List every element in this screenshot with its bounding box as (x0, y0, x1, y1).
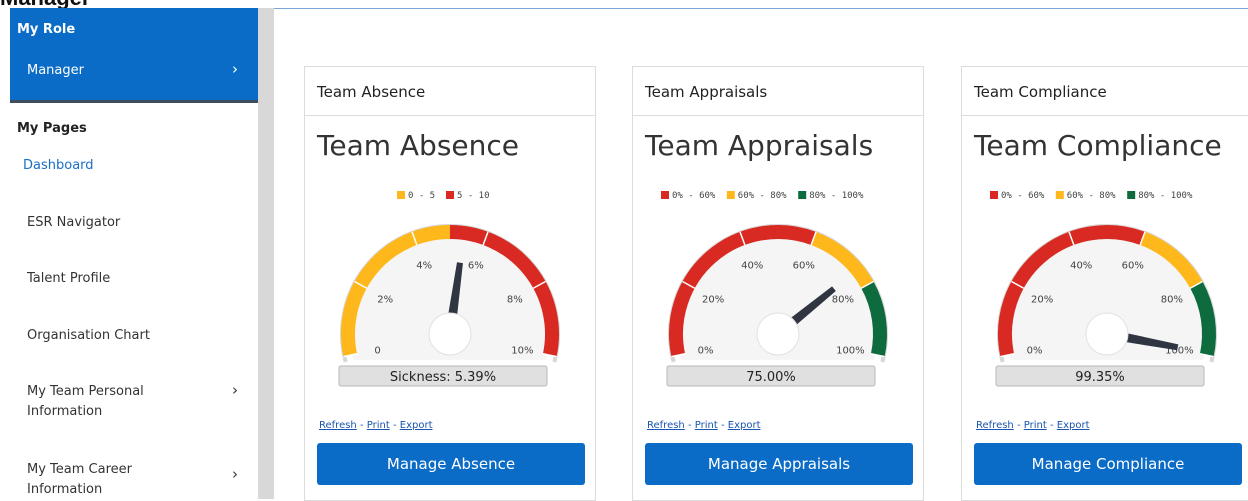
sidebar-item-talent-profile[interactable]: Talent Profile (27, 269, 110, 289)
card-links: Refresh - Print - Export (976, 420, 1089, 431)
card-big-title: Team Appraisals (645, 129, 874, 162)
refresh-link[interactable]: Refresh (976, 420, 1014, 431)
gauge-tick-label: 0% (1027, 345, 1043, 356)
card-big-title: Team Compliance (974, 129, 1222, 162)
print-link[interactable]: Print (367, 420, 390, 431)
gauge-tick-label: 60% (793, 261, 815, 272)
gauge-tick-label: 10% (511, 345, 533, 356)
sidebar-item-team-career-info[interactable]: My Team Career Information (27, 460, 177, 500)
gauge-tick-label: 0% (698, 345, 714, 356)
gauge-readout: 75.00% (746, 370, 796, 385)
card-header: Team Absence (305, 67, 595, 116)
gauge-hub (428, 312, 472, 356)
gauge-tick-label: 60% (1122, 261, 1144, 272)
legend-swatch (1127, 191, 1136, 199)
card-team-absence: Team Absence Team Absence 0 - 5 5 - 10 0 2%… (304, 66, 596, 501)
legend-label: 80% - 100% (809, 191, 864, 201)
link-separator: - (359, 420, 364, 431)
export-link[interactable]: Export (1057, 420, 1090, 431)
gauge-tick-label: 6% (468, 261, 484, 272)
sidebar-item-organisation-chart[interactable]: Organisation Chart (27, 326, 150, 346)
card-team-compliance: Team Compliance Team Compliance 0% - 60%… (961, 66, 1248, 501)
gauge-chart: 0% - 60% 60% - 80% 80% - 100% 0% 20% 40% 60% 80… (990, 191, 1217, 387)
manage-absence-button[interactable]: Manage Absence (317, 443, 585, 485)
gauge-tick-label: 100% (836, 345, 865, 356)
sidebar: My Role Manager › My Pages Dashboard ESR… (10, 8, 258, 499)
header-divider (274, 8, 1248, 9)
link-separator: - (720, 420, 725, 431)
divider (10, 100, 258, 103)
gauge-tick-label: 20% (702, 294, 724, 305)
sidebar-item-team-personal-info[interactable]: My Team Personal Information (27, 382, 177, 422)
page-title: Manager (0, 0, 90, 9)
card-big-title: Team Absence (317, 129, 520, 162)
gauge-tick-label: 40% (1070, 261, 1092, 272)
gauge-readout: 99.35% (1075, 370, 1125, 385)
link-separator: - (392, 420, 397, 431)
card-links: Refresh - Print - Export (647, 420, 760, 431)
legend-swatch (1055, 191, 1064, 199)
sidebar-item-esr-navigator[interactable]: ESR Navigator (27, 213, 120, 233)
manage-compliance-button[interactable]: Manage Compliance (974, 443, 1242, 485)
legend-label: 0 - 5 (408, 191, 435, 201)
legend-label: 0% - 60% (1001, 191, 1045, 201)
legend-label: 60% - 80% (1067, 191, 1116, 201)
gauge-tick-label: 20% (1031, 294, 1053, 305)
gauge-tick-label: 4% (416, 261, 432, 272)
legend-label: 80% - 100% (1138, 191, 1193, 201)
gauge: 0% - 60% 60% - 80% 80% - 100% 0% 20% 40% 60% 80… (633, 182, 923, 432)
legend-swatch (661, 191, 669, 199)
link-separator: - (1049, 420, 1054, 431)
gauge-readout: Sickness: 5.39% (390, 370, 496, 385)
gauge-tick-label: 0 (374, 345, 380, 356)
gauge-tick-label: 80% (832, 294, 854, 305)
role-item-manager[interactable]: Manager (27, 63, 84, 78)
gauge-hub (1085, 312, 1129, 356)
print-link[interactable]: Print (695, 420, 718, 431)
link-separator: - (1016, 420, 1021, 431)
role-title: My Role (17, 22, 76, 37)
legend-label: 0% - 60% (672, 191, 716, 201)
legend-swatch (726, 191, 735, 199)
gauge-tick-label: 8% (507, 294, 523, 305)
gauge-chart: 0 - 5 5 - 10 0 2% 4% 6% 8% 10% Sickness: 5.39% (338, 191, 560, 387)
card-links: Refresh - Print - Export (319, 420, 432, 431)
chevron-right-icon[interactable]: › (232, 465, 238, 483)
chevron-right-icon[interactable]: › (232, 381, 238, 399)
refresh-link[interactable]: Refresh (319, 420, 357, 431)
gauge-hub (756, 312, 800, 356)
gauge-tick-label: 40% (741, 261, 763, 272)
legend-label: 60% - 80% (738, 191, 787, 201)
legend-swatch (798, 191, 807, 199)
card-header-title: Team Absence (317, 83, 426, 101)
legend-swatch (990, 191, 998, 199)
role-panel: My Role Manager › (10, 8, 258, 100)
legend-swatch (446, 191, 454, 199)
card-header-title: Team Compliance (974, 83, 1107, 101)
pages-title: My Pages (17, 121, 87, 136)
print-link[interactable]: Print (1024, 420, 1047, 431)
gauge-tick-label: 80% (1161, 294, 1183, 305)
export-link[interactable]: Export (728, 420, 761, 431)
legend-label: 5 - 10 (457, 191, 490, 201)
sidebar-scroll-gutter (258, 8, 274, 499)
card-header: Team Appraisals (633, 67, 923, 116)
chevron-right-icon[interactable]: › (232, 60, 238, 78)
manage-appraisals-button[interactable]: Manage Appraisals (645, 443, 913, 485)
gauge-tick-label: 2% (377, 294, 393, 305)
gauge: 0% - 60% 60% - 80% 80% - 100% 0% 20% 40% 60% 80… (962, 182, 1248, 432)
gauge: 0 - 5 5 - 10 0 2% 4% 6% 8% 10% Sickness: 5.39% (305, 182, 595, 432)
legend-swatch (397, 191, 405, 199)
card-header-title: Team Appraisals (645, 83, 768, 101)
link-separator: - (687, 420, 692, 431)
card-team-appraisals: Team Appraisals Team Appraisals 0% - 60%… (632, 66, 924, 501)
gauge-chart: 0% - 60% 60% - 80% 80% - 100% 0% 20% 40% 60% 80… (661, 191, 888, 387)
export-link[interactable]: Export (400, 420, 433, 431)
refresh-link[interactable]: Refresh (647, 420, 685, 431)
card-header: Team Compliance (962, 67, 1248, 116)
sidebar-item-dashboard[interactable]: Dashboard (23, 156, 94, 176)
